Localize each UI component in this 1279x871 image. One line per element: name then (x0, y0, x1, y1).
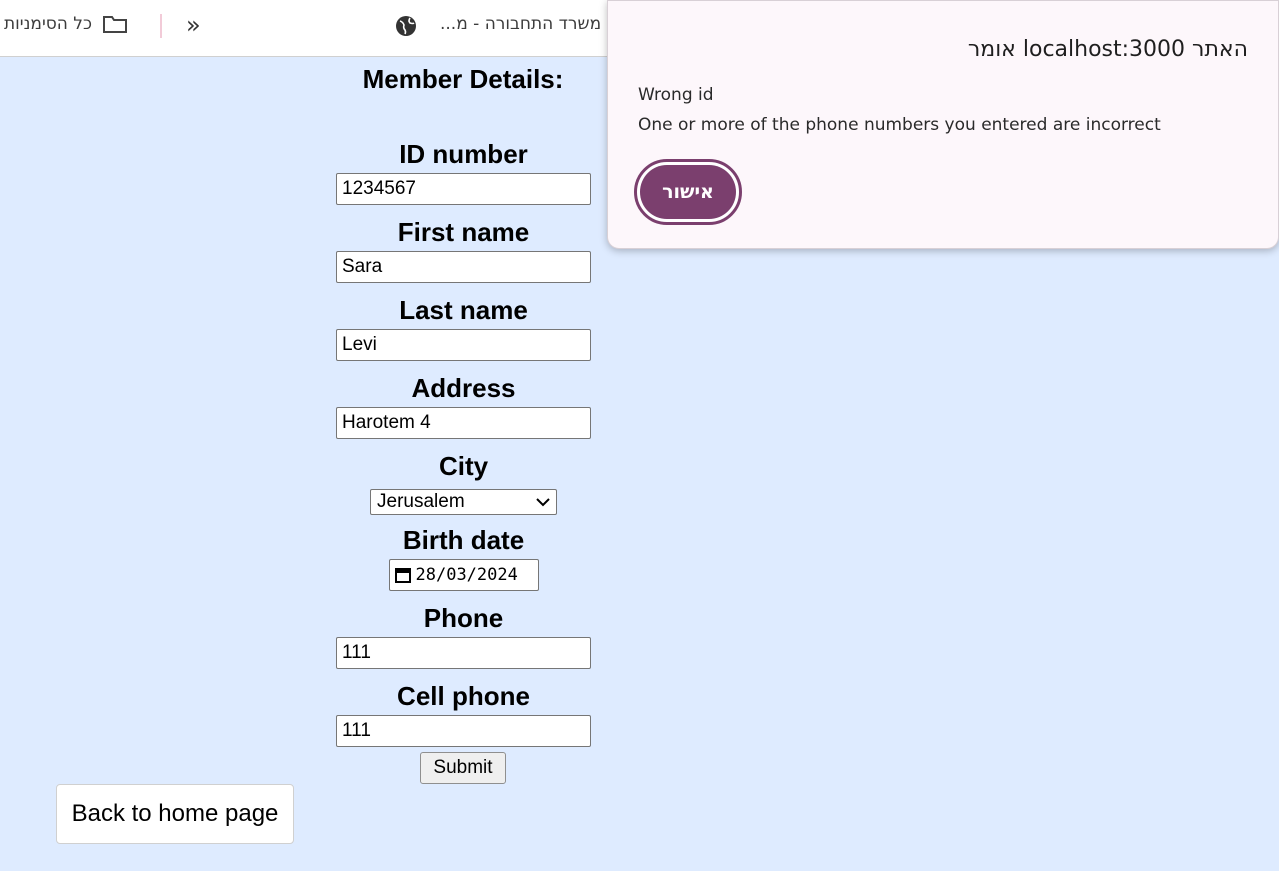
city-field-group: City Jerusalem (336, 451, 591, 515)
dialog-message-line-1: Wrong id (638, 85, 714, 105)
alert-dialog: האתר localhost:3000 אומר Wrong id One or… (607, 0, 1279, 249)
cell-phone-label: Cell phone (397, 681, 530, 711)
city-selected-value: Jerusalem (377, 491, 465, 512)
all-bookmarks-button[interactable]: כל הסימניות (4, 14, 128, 34)
city-select[interactable]: Jerusalem (370, 489, 557, 515)
chevron-double-left-icon[interactable]: » (186, 12, 201, 38)
dialog-title: האתר localhost:3000 אומר (967, 37, 1248, 62)
globe-icon (396, 16, 416, 36)
address-label: Address (411, 373, 516, 403)
first-name-input[interactable]: Sara (336, 251, 591, 283)
birth-date-value: 28/03/2024 (415, 565, 518, 585)
last-name-label: Last name (399, 295, 528, 325)
birth-date-label: Birth date (402, 525, 525, 555)
first-name-field-group: First name Sara (336, 217, 591, 283)
cell-phone-input[interactable]: 111 (336, 715, 591, 747)
calendar-icon[interactable] (394, 566, 412, 584)
dialog-ok-label: אישור (640, 165, 736, 219)
id-number-field-group: ID number 1234567 (336, 139, 591, 205)
cell-phone-field-group: Cell phone 111 (336, 681, 591, 747)
phone-input[interactable]: 111 (336, 637, 591, 669)
address-field-group: Address Harotem 4 (336, 373, 591, 439)
folder-icon (102, 16, 127, 33)
all-bookmarks-label: כל הסימניות (4, 14, 92, 34)
birth-date-field-group: Birth date 28/03/2024 (336, 525, 591, 591)
chevron-down-icon (536, 498, 550, 507)
site-bookmark[interactable]: משרד התחבורה - מ... (440, 14, 601, 34)
first-name-label: First name (397, 217, 530, 247)
phone-field-group: Phone 111 (336, 603, 591, 669)
back-to-home-button[interactable]: Back to home page (56, 784, 294, 844)
id-number-label: ID number (399, 139, 528, 169)
dialog-ok-button[interactable]: אישור (634, 159, 742, 225)
bookmarks-divider (160, 14, 162, 38)
last-name-input[interactable]: Levi (336, 329, 591, 361)
last-name-field-group: Last name Levi (336, 295, 591, 361)
birth-date-input[interactable]: 28/03/2024 (388, 559, 539, 591)
phone-label: Phone (423, 603, 504, 633)
dialog-message-line-2: One or more of the phone numbers you ent… (638, 115, 1161, 135)
submit-button[interactable]: Submit (420, 752, 506, 784)
page-title: Member Details: (362, 64, 564, 94)
city-label: City (438, 451, 489, 481)
address-input[interactable]: Harotem 4 (336, 407, 591, 439)
id-number-input[interactable]: 1234567 (336, 173, 591, 205)
